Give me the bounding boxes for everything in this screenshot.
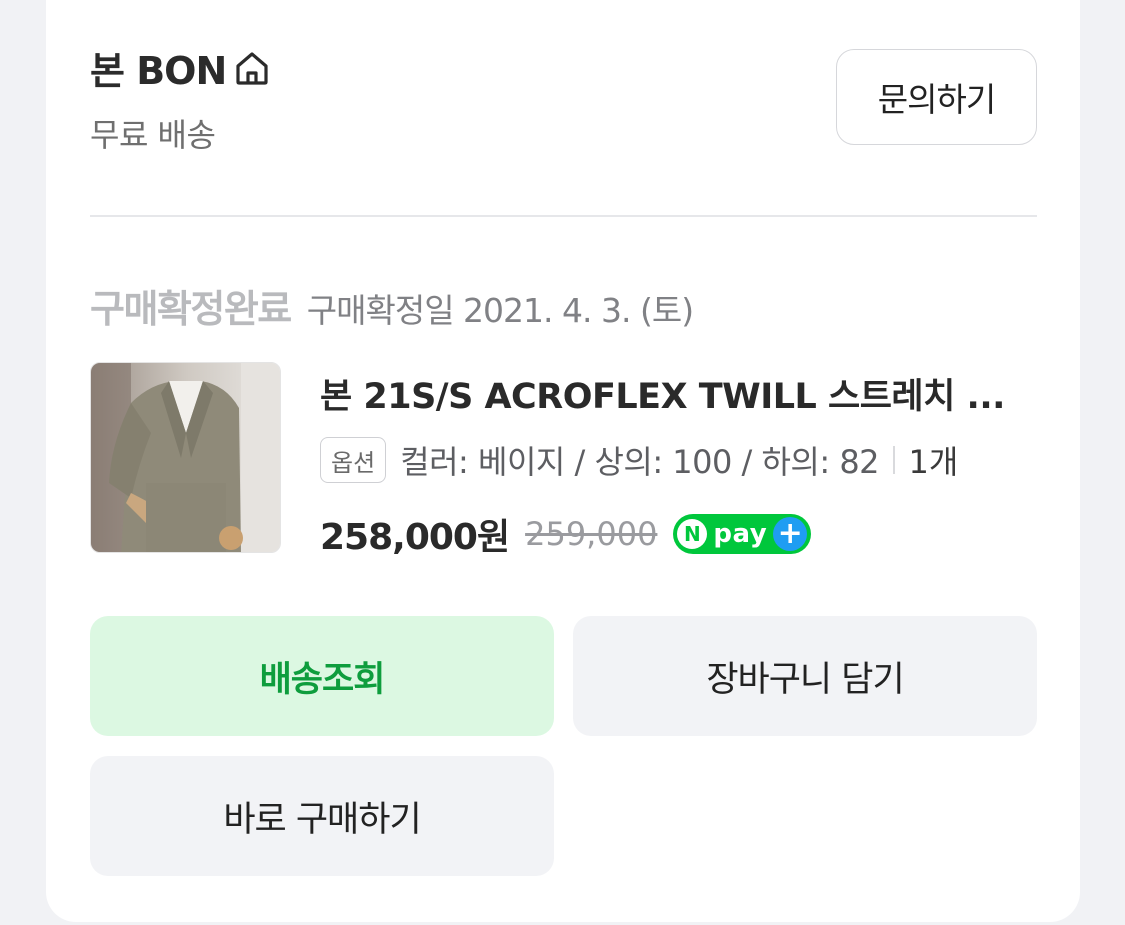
order-status-row: 구매확정완료 구매확정일 2021. 4. 3. (토) (90, 278, 694, 333)
home-icon[interactable] (232, 48, 272, 88)
option-badge: 옵션 (320, 437, 387, 483)
npay-plus-badge: N pay + (673, 514, 812, 554)
quantity: 1개 (908, 443, 959, 481)
shipping-info: 무료 배송 (90, 116, 216, 154)
confirm-date: 구매확정일 2021. 4. 3. (토) (306, 291, 694, 330)
add-to-cart-button[interactable]: 장바구니 담기 (573, 616, 1037, 736)
npay-text: pay (713, 519, 768, 549)
product-thumbnail[interactable] (90, 362, 281, 553)
product-title[interactable]: 본 21S/S ACROFLEX TWILL 스트레치 ... (320, 368, 1037, 419)
option-row: 옵션 컬러: 베이지 / 상의: 100 / 하의: 82 1개 (320, 437, 958, 483)
inquiry-button[interactable]: 문의하기 (836, 49, 1037, 145)
product-image (91, 363, 280, 552)
store-name[interactable]: 본 BON (90, 40, 227, 95)
buy-now-button[interactable]: 바로 구매하기 (90, 756, 554, 876)
npay-plus-icon: + (773, 517, 808, 551)
track-delivery-button[interactable]: 배송조회 (90, 616, 554, 736)
option-separator (893, 446, 895, 474)
option-text: 컬러: 베이지 / 상의: 100 / 하의: 82 (400, 443, 880, 481)
price-row: 258,000원 259,000 N pay + (320, 508, 812, 560)
npay-n-icon: N (677, 519, 708, 549)
sale-price: 258,000원 (320, 517, 510, 558)
order-status: 구매확정완료 (90, 287, 292, 331)
divider (90, 215, 1037, 217)
original-price: 259,000 (525, 515, 658, 553)
store-header[interactable]: 본 BON (90, 40, 272, 95)
